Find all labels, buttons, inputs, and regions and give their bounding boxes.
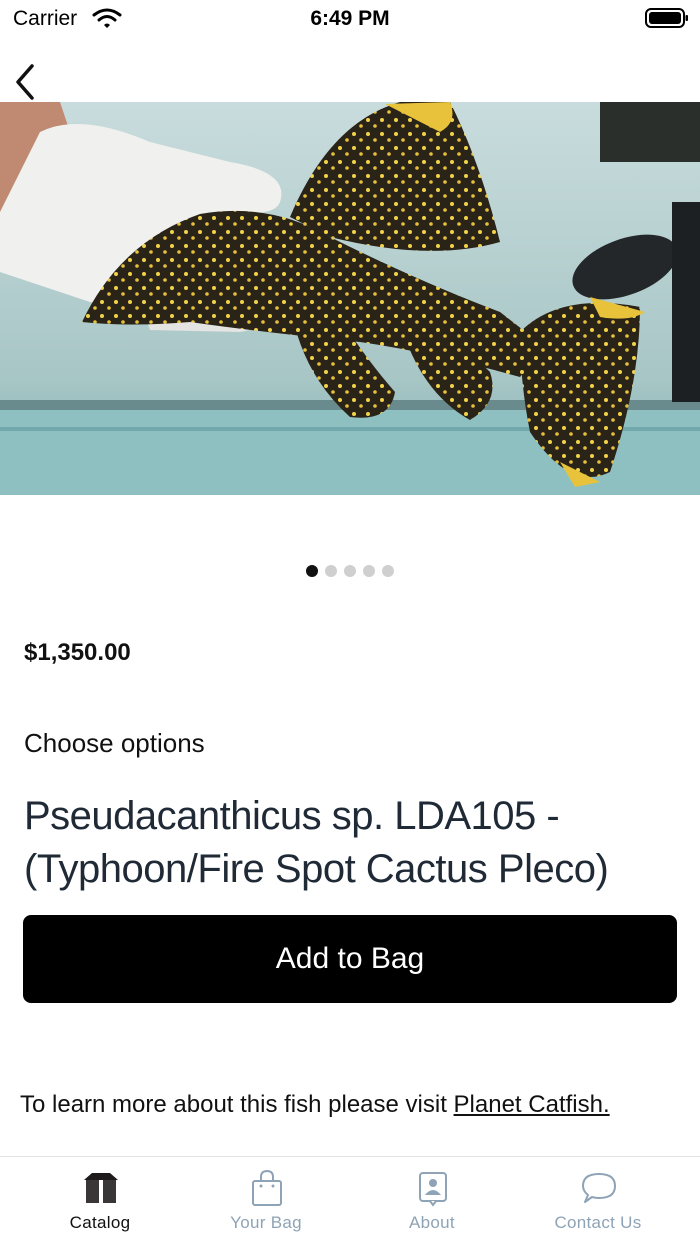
fish-photo [0, 102, 700, 495]
tab-bar: Catalog Your Bag About Contact Us [0, 1156, 700, 1245]
chevron-left-icon[interactable] [10, 60, 40, 104]
add-to-bag-button[interactable]: Add to Bag [23, 915, 677, 1003]
box-icon [84, 1173, 118, 1203]
tab-your-bag[interactable]: Your Bag [186, 1157, 346, 1245]
person-card-icon [419, 1172, 447, 1207]
choose-options-label[interactable]: Choose options [24, 728, 205, 759]
page-dot[interactable] [325, 565, 337, 577]
tab-about[interactable]: About [352, 1157, 512, 1245]
tab-label-contact-us: Contact Us [554, 1213, 642, 1232]
bag-icon [252, 1169, 282, 1206]
status-bar: Carrier 6:49 PM [0, 0, 700, 40]
page-dot[interactable] [306, 565, 318, 577]
product-title: Pseudacanthicus sp. LDA105 - (Typhoon/Fi… [24, 794, 609, 891]
learn-more-text: To learn more about this fish please vis… [20, 1090, 670, 1120]
tab-label-catalog: Catalog [69, 1213, 131, 1232]
carousel-page-indicator[interactable] [0, 565, 700, 577]
tab-label-your-bag: Your Bag [230, 1213, 302, 1232]
chat-bubble-icon [582, 1173, 616, 1203]
product-price: $1,350.00 [24, 639, 131, 666]
learn-more-prefix: To learn more about this fish please vis… [20, 1091, 454, 1118]
page-dot[interactable] [344, 565, 356, 577]
status-time: 6:49 PM [310, 7, 390, 30]
page-dot[interactable] [382, 565, 394, 577]
tab-contact-us[interactable]: Contact Us [518, 1157, 678, 1245]
battery-icon [645, 8, 688, 28]
product-image[interactable] [0, 102, 700, 495]
tab-label-about: About [409, 1213, 455, 1232]
page-dot[interactable] [363, 565, 375, 577]
tab-catalog[interactable]: Catalog [20, 1157, 180, 1245]
planet-catfish-link[interactable]: Planet Catfish. [454, 1091, 610, 1118]
